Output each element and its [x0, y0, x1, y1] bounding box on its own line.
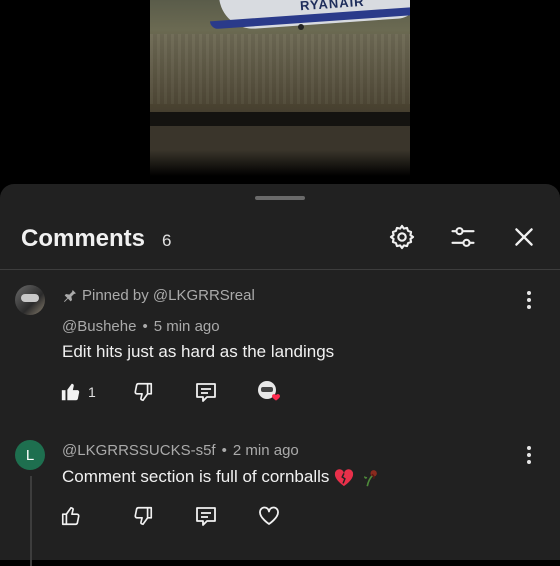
comment-meta: @Bushehe • 5 min ago [62, 318, 220, 335]
comments-count: 6 [162, 231, 172, 250]
thumbs-down-icon [134, 506, 153, 526]
reply-button[interactable] [194, 379, 218, 405]
pinned-by-text: Pinned by @LKGRRSreal [82, 287, 255, 304]
comment-text: Edit hits just as hard as the landings [62, 342, 334, 362]
heart-button[interactable] [257, 503, 281, 529]
heart-outline-icon [259, 506, 279, 525]
reply-comment-icon [196, 383, 216, 402]
thumbs-up-icon [61, 506, 80, 526]
thumbs-up-filled-icon [61, 383, 80, 401]
comment-author[interactable]: @Bushehe [62, 318, 136, 335]
avatar[interactable] [15, 285, 45, 315]
avatar[interactable]: L [15, 440, 45, 470]
filter-sliders-icon[interactable] [448, 222, 478, 252]
like-button[interactable] [60, 503, 88, 529]
comment-text: Comment section is full of cornballs [62, 466, 381, 488]
close-icon[interactable] [509, 222, 539, 252]
comment-author[interactable]: @LKGRRSSUCKS-s5f [62, 442, 216, 459]
comment-actions [60, 503, 300, 529]
more-options-icon[interactable] [522, 288, 536, 312]
reply-button[interactable] [194, 503, 218, 529]
thumbs-down-icon [134, 382, 153, 402]
settings-gear-icon[interactable] [387, 222, 417, 252]
wilted-rose-icon [364, 470, 378, 487]
pinned-label: Pinned by @LKGRRSreal [62, 287, 255, 304]
more-options-icon[interactable] [522, 443, 536, 467]
header-divider [0, 269, 560, 270]
reply-comment-icon [196, 507, 216, 526]
meta-separator: • [142, 318, 148, 335]
like-button[interactable]: 1 [60, 379, 96, 405]
dislike-button[interactable] [132, 379, 154, 405]
thread-line [30, 476, 32, 566]
like-count: 1 [88, 384, 96, 400]
dislike-button[interactable] [132, 503, 154, 529]
comment-time[interactable]: 2 min ago [233, 442, 299, 459]
drag-handle[interactable] [255, 196, 305, 200]
comment-text-content: Comment section is full of cornballs [62, 467, 330, 486]
video-preview[interactable]: RYANAIR [0, 0, 560, 186]
comments-sheet: Comments 6 Pinned by @LKGRRSreal @Busheh… [0, 184, 560, 566]
comments-title: Comments [21, 225, 146, 252]
comment-time[interactable]: 5 min ago [154, 318, 220, 335]
comment-text-content: Edit hits just as hard as the landings [62, 342, 335, 361]
creator-heart-badge [256, 379, 284, 405]
video-frame: RYANAIR [150, 0, 410, 176]
comments-header: Comments 6 [0, 214, 560, 264]
meta-separator: • [221, 442, 227, 459]
landing-gear [298, 24, 304, 30]
creator-heart-icon [258, 381, 280, 401]
broken-heart-icon [335, 469, 354, 487]
runway-background [150, 34, 410, 104]
comment-meta: @LKGRRSSUCKS-s5f • 2 min ago [62, 442, 299, 459]
pin-icon [64, 289, 76, 302]
comment-actions: 1 [60, 379, 300, 405]
